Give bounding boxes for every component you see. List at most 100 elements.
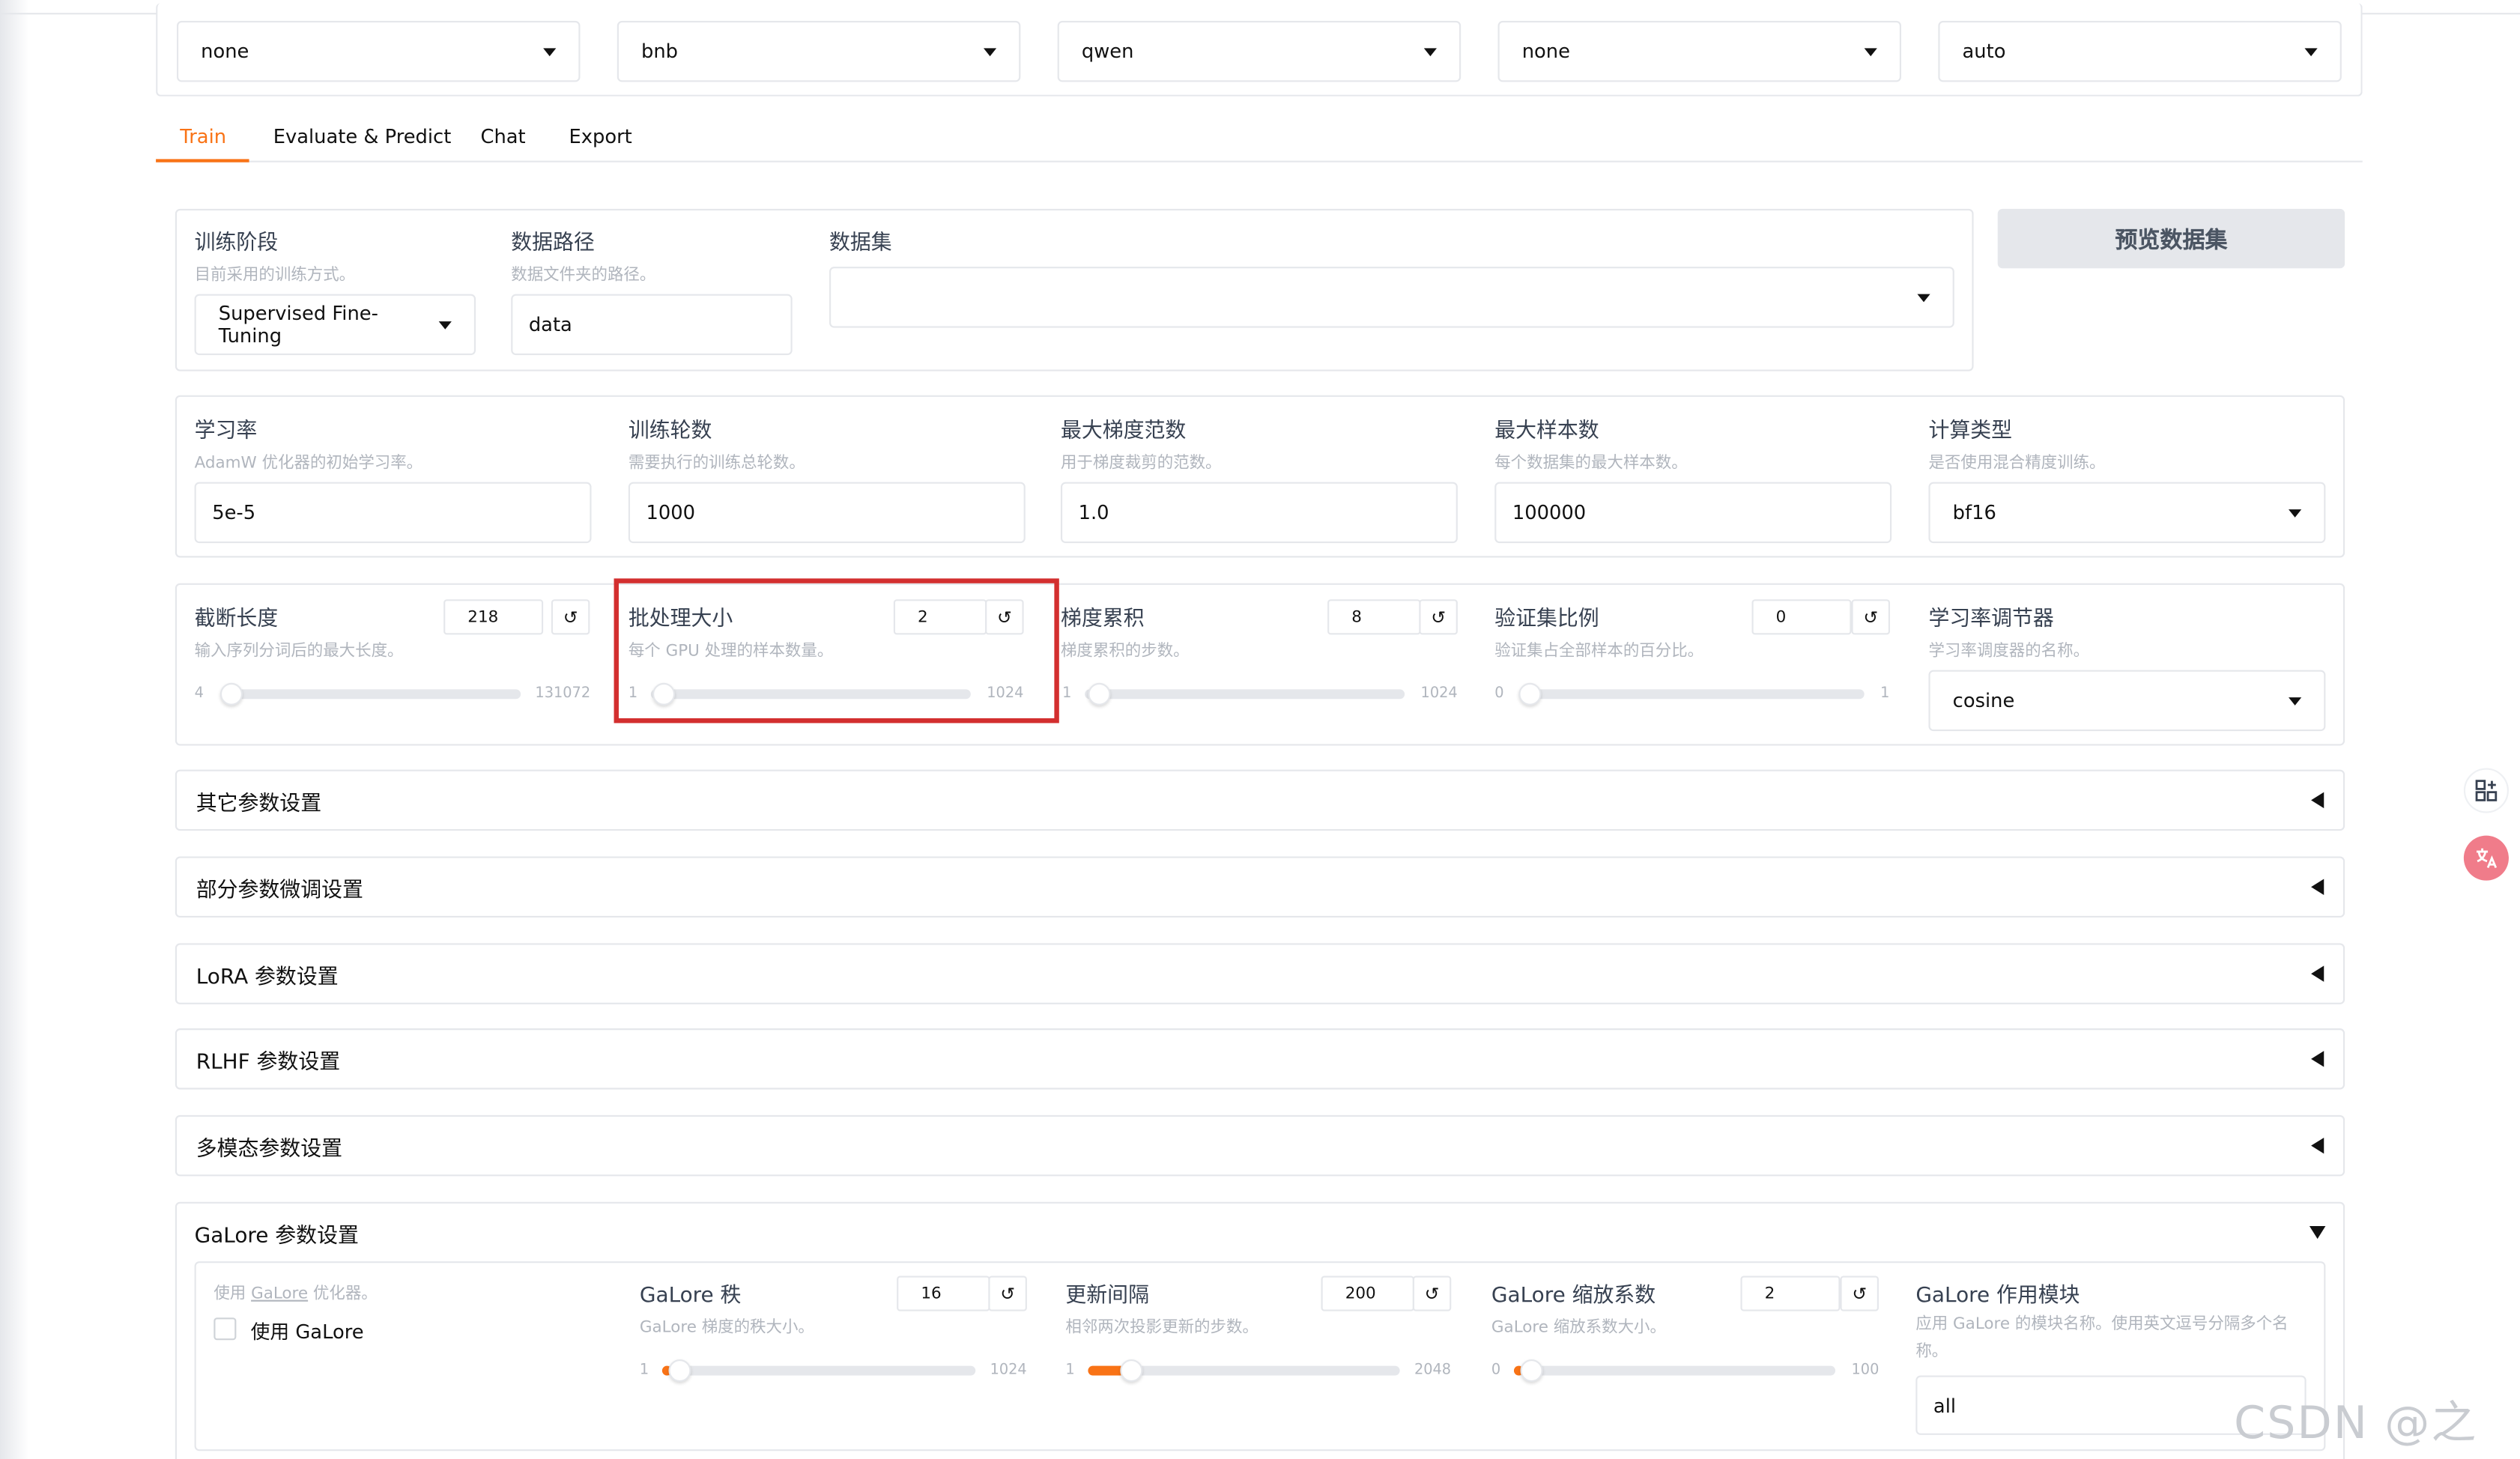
input-value: 16 (921, 1284, 942, 1302)
input-value: 1000 (646, 501, 695, 524)
data-dir-input[interactable]: data (511, 294, 793, 356)
input-value: 218 (467, 608, 499, 626)
max-grad-norm-input[interactable]: 1.0 (1060, 482, 1458, 544)
compute-type-select[interactable]: bf16 (1928, 482, 2326, 544)
grad-accum-hint: 梯度累积的步数。 (1060, 643, 1190, 661)
grad-accum-slider-handle[interactable] (1088, 682, 1111, 706)
tab-train[interactable]: Train (180, 125, 226, 148)
active-tab-indicator (156, 159, 249, 163)
galore-rank-slider-track[interactable] (661, 1365, 976, 1376)
chevron-down-icon (2289, 697, 2302, 705)
val-size-slider-track[interactable] (1518, 689, 1865, 700)
galore-rank-label: GaLore 秩 (639, 1284, 742, 1308)
cutoff-hint: 输入序列分词后的最大长度。 (194, 643, 404, 661)
galore-rank-number-input[interactable]: 16 (897, 1276, 990, 1311)
select-value: cosine (1952, 689, 2015, 712)
galore-link[interactable]: GaLore (251, 1285, 308, 1303)
galore-scale-slider-handle[interactable] (1520, 1359, 1543, 1383)
use-galore-checkbox[interactable] (213, 1317, 237, 1341)
input-value: 0 (1775, 608, 1787, 626)
learning-rate-input[interactable]: 5e-5 (194, 482, 592, 544)
template-select[interactable]: qwen (1057, 20, 1462, 82)
tab-chat[interactable]: Chat (480, 125, 525, 148)
galore-target-label: GaLore 作用模块 (1915, 1284, 2080, 1308)
collapse-arrow-icon (2311, 1137, 2324, 1154)
galore-interval-reset-button[interactable]: ↺ (1412, 1276, 1452, 1311)
galore-rank-max: 1024 (990, 1362, 1027, 1379)
galore-scale-reset-button[interactable]: ↺ (1840, 1276, 1879, 1311)
cutoff-slider-track[interactable] (219, 689, 521, 700)
preview-dataset-button[interactable]: 预览数据集 (1997, 208, 2345, 269)
grad-accum-slider-track[interactable] (1085, 689, 1405, 700)
compute-type-label: 计算类型 (1928, 419, 2013, 444)
tab-evaluate[interactable]: Evaluate & Predict (273, 125, 452, 148)
val-size-reset-button[interactable]: ↺ (1851, 599, 1890, 635)
lr-scheduler-select[interactable]: cosine (1928, 670, 2326, 732)
galore-scale-label: GaLore 缩放系数 (1491, 1284, 1656, 1308)
galore-interval-hint: 相邻两次投影更新的步数。 (1065, 1319, 1259, 1337)
val-size-slider-handle[interactable] (1518, 682, 1542, 706)
galore-rank-reset-button[interactable]: ↺ (988, 1276, 1027, 1311)
chevron-down-icon (2289, 509, 2302, 517)
accordion-title: RLHF 参数设置 (196, 1050, 341, 1075)
select-value: auto (1962, 40, 2006, 63)
galore-scale-number-input[interactable]: 2 (1740, 1276, 1841, 1311)
epochs-hint: 需要执行的训练总轮数。 (628, 455, 805, 473)
reset-icon: ↺ (1863, 606, 1879, 628)
input-value: data (528, 313, 572, 336)
grad-accum-number-input[interactable]: 8 (1327, 599, 1421, 635)
input-value: 200 (1345, 1284, 1376, 1302)
galore-interval-number-input[interactable]: 200 (1321, 1276, 1414, 1311)
quantization-select[interactable]: none (176, 20, 581, 82)
cutoff-slider-handle[interactable] (219, 682, 243, 706)
max-samples-input[interactable]: 100000 (1494, 482, 1892, 544)
accordion-title: 部分参数微调设置 (196, 878, 363, 903)
galore-scale-slider-track[interactable] (1513, 1365, 1836, 1376)
accordion-title: 多模态参数设置 (196, 1136, 343, 1162)
grid-plus-icon (2475, 780, 2498, 801)
highlight-box (614, 578, 1059, 724)
rope-scaling-select[interactable]: none (1497, 20, 1902, 82)
galore-scale-hint: GaLore 缩放系数大小。 (1491, 1319, 1666, 1337)
cutoff-number-input[interactable]: 218 (443, 599, 544, 635)
data-dir-label: 数据路径 (511, 231, 595, 256)
apps-add-icon[interactable] (2463, 768, 2509, 813)
reset-icon: ↺ (1000, 1283, 1016, 1304)
cutoff-reset-button[interactable]: ↺ (551, 599, 590, 635)
accordion-freeze-settings[interactable]: 部分参数微调设置 (175, 856, 2345, 918)
lr-label: 学习率 (194, 419, 258, 444)
chevron-down-icon (983, 47, 997, 56)
val-size-number-input[interactable]: 0 (1751, 599, 1852, 635)
galore-interval-slider-handle[interactable] (1120, 1359, 1143, 1383)
booster-select[interactable]: auto (1938, 20, 2342, 82)
use-galore-hint: 使用 GaLore 优化器。 (213, 1279, 377, 1303)
stage-hint: 目前采用的训练方式。 (194, 267, 356, 285)
galore-rank-slider-handle[interactable] (668, 1359, 691, 1383)
grad-accum-min: 1 (1062, 686, 1072, 703)
data-dir-hint: 数据文件夹的路径。 (511, 267, 656, 285)
galore-scale-min: 0 (1491, 1362, 1501, 1379)
select-value: bf16 (1952, 501, 1996, 524)
accordion-other-settings[interactable]: 其它参数设置 (175, 769, 2345, 831)
chevron-down-icon (1917, 293, 1930, 302)
reset-icon: ↺ (1424, 1283, 1440, 1304)
translate-icon[interactable] (2463, 835, 2509, 881)
max-samples-hint: 每个数据集的最大样本数。 (1494, 455, 1688, 473)
accordion-rlhf-settings[interactable]: RLHF 参数设置 (175, 1028, 2345, 1090)
quant-method-select[interactable]: bnb (617, 20, 1021, 82)
input-value: all (1933, 1394, 1957, 1417)
select-value: qwen (1081, 40, 1134, 63)
epochs-input[interactable]: 1000 (628, 482, 1026, 544)
accordion-lora-settings[interactable]: LoRA 参数设置 (175, 943, 2345, 1004)
tab-export[interactable]: Export (569, 125, 631, 148)
training-stage-select[interactable]: Supervised Fine-Tuning (194, 294, 476, 356)
reset-icon: ↺ (1852, 1283, 1868, 1304)
accordion-galore-settings[interactable]: GaLore 参数设置 (175, 1202, 2345, 1264)
input-value: 1.0 (1078, 501, 1109, 524)
chevron-down-icon (438, 321, 452, 329)
val-size-hint: 验证集占全部样本的百分比。 (1494, 643, 1704, 661)
accordion-multimodal-settings[interactable]: 多模态参数设置 (175, 1114, 2345, 1177)
galore-interval-min: 1 (1065, 1362, 1075, 1379)
dataset-select[interactable] (829, 267, 1954, 328)
grad-accum-reset-button[interactable]: ↺ (1419, 599, 1458, 635)
